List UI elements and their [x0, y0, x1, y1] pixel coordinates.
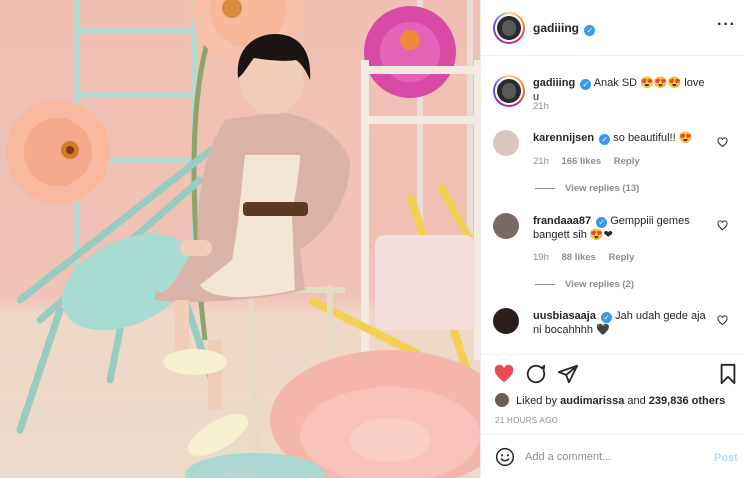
post-image[interactable]	[0, 0, 480, 478]
caption-author[interactable]: gadiiing	[533, 77, 575, 89]
comment-meta: 21h 166 likes Reply	[533, 156, 650, 167]
comment-like-heart-icon[interactable]	[717, 315, 728, 326]
comment-like-heart-icon[interactable]	[717, 220, 728, 231]
commenter-avatar[interactable]	[493, 213, 519, 239]
likes-and-label: and	[627, 395, 646, 407]
verified-badge-icon: ✓	[601, 312, 613, 323]
author-username[interactable]: gadiiing ✓	[533, 21, 596, 36]
comments-list[interactable]: gadiiing ✓ Anak SD 😍😍😍 love u 21h karenn…	[481, 57, 745, 352]
bookmark-icon[interactable]	[717, 363, 739, 385]
comment-composer: Post	[481, 434, 745, 478]
comment-like-heart-icon[interactable]	[717, 137, 728, 148]
comment-input[interactable]	[525, 447, 695, 467]
verified-badge-icon: ✓	[584, 25, 596, 36]
emoji-icon[interactable]	[495, 447, 515, 467]
reply-button[interactable]: Reply	[608, 252, 634, 263]
liker-avatar[interactable]	[495, 393, 509, 407]
more-options-icon[interactable]: ···	[717, 16, 736, 34]
verified-badge-icon: ✓	[580, 79, 592, 90]
comment-likes[interactable]: 166 likes	[562, 156, 602, 167]
author-name[interactable]: gadiiing	[533, 21, 579, 35]
likes-count[interactable]: 239,836 others	[649, 395, 725, 407]
likes-summary: Liked by audimarissa and 239,836 others	[495, 393, 725, 407]
verified-badge-icon: ✓	[596, 217, 608, 228]
post-actions: Liked by audimarissa and 239,836 others …	[481, 354, 745, 434]
comment-age: 21h	[533, 156, 549, 167]
caption-age: 21h	[533, 101, 549, 112]
caption-author-avatar[interactable]	[493, 75, 525, 107]
post-photo-illustration	[6, 0, 480, 478]
reply-button[interactable]: Reply	[614, 156, 640, 167]
post-details-panel: gadiiing ✓ ··· gadiiing ✓ Anak SD 😍😍😍 lo…	[480, 0, 745, 478]
comment-text: frandaaa87 ✓ Gemppiii gemes bangett sih …	[533, 214, 710, 242]
post-timestamp[interactable]: 21 HOURS AGO	[495, 416, 558, 425]
caption-meta: 21h	[533, 101, 559, 112]
liked-by-user[interactable]: audimarissa	[560, 395, 624, 407]
comment-text: karennijsen ✓ so beautiful!! 😍	[533, 131, 710, 145]
post-header: gadiiing ✓ ···	[481, 0, 745, 56]
commenter-avatar[interactable]	[493, 130, 519, 156]
author-avatar[interactable]	[493, 12, 525, 44]
comment-likes[interactable]: 88 likes	[562, 252, 596, 263]
comment-user[interactable]: frandaaa87	[533, 215, 591, 227]
commenter-avatar[interactable]	[493, 308, 519, 334]
liked-by-label: Liked by	[516, 395, 558, 407]
comment-meta: 19h 88 likes Reply	[533, 252, 644, 263]
view-replies-button[interactable]: View replies (13)	[535, 183, 639, 194]
like-heart-icon[interactable]	[493, 363, 515, 385]
comment-user[interactable]: uusbiasaaja	[533, 310, 596, 322]
activation-watermark: Activ	[223, 463, 256, 478]
post-comment-button[interactable]: Post	[714, 452, 738, 464]
comment-icon[interactable]	[525, 363, 547, 385]
view-replies-button[interactable]: View replies (2)	[535, 279, 634, 290]
comment-user[interactable]: karennijsen	[533, 132, 594, 144]
comment-age: 19h	[533, 252, 549, 263]
verified-badge-icon: ✓	[599, 134, 611, 145]
comment-body: so beautiful!! 😍	[613, 132, 693, 144]
share-icon[interactable]	[557, 363, 579, 385]
comment-text: uusbiasaaja ✓ Jah udah gede aja ni bocah…	[533, 309, 710, 337]
caption-text: gadiiing ✓ Anak SD 😍😍😍 love u	[533, 76, 710, 104]
